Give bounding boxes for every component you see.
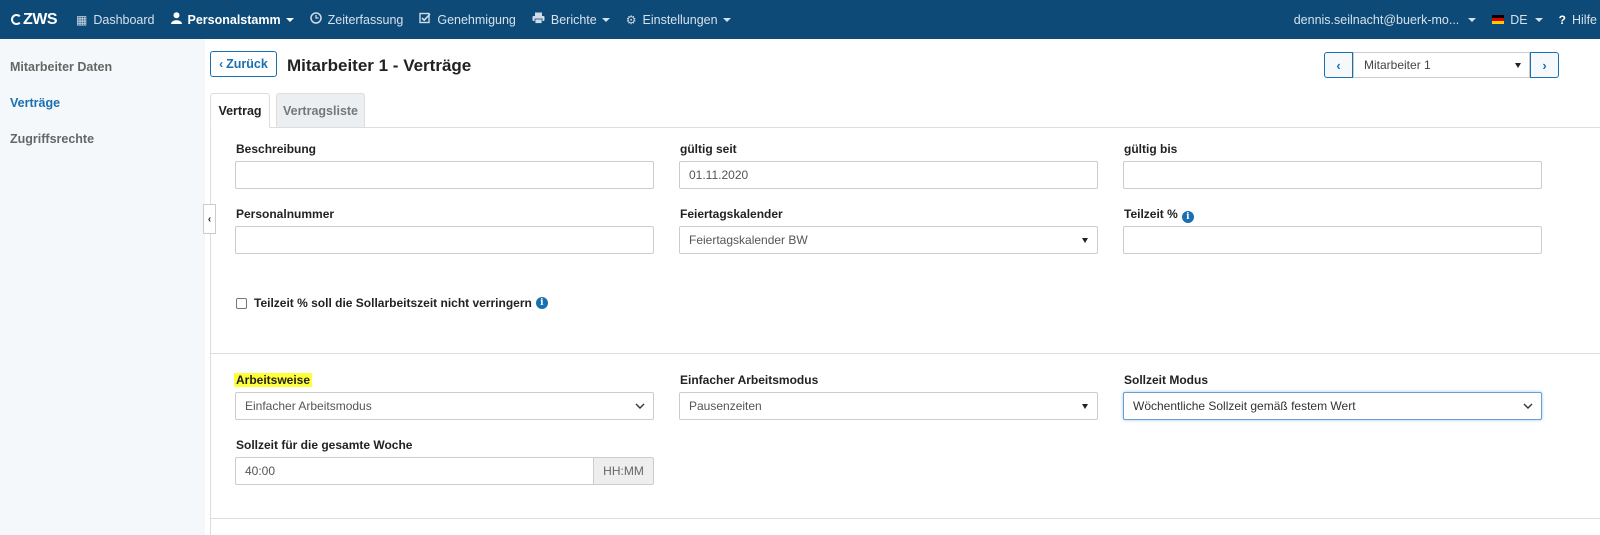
chevron-down-icon: [285, 17, 294, 22]
info-icon[interactable]: i: [1181, 211, 1194, 223]
chevron-left-icon: ‹: [219, 57, 224, 71]
caret-down-icon: [1082, 238, 1088, 243]
personalnummer-input[interactable]: [235, 226, 654, 254]
arbeitsweise-label: Arbeitsweise: [234, 373, 313, 387]
teilzeit-checkbox[interactable]: [236, 297, 247, 309]
sollzeit-modus-label: Sollzeit Modus: [1124, 373, 1208, 387]
arbeitsweise-select[interactable]: Einfacher Arbeitsmodus: [235, 392, 654, 420]
sollzeit-woche-label: Sollzeit für die gesamte Woche: [236, 438, 413, 452]
caret-down-icon: [1515, 63, 1521, 68]
question-icon: ?: [1558, 12, 1566, 27]
info-icon[interactable]: i: [535, 297, 548, 309]
nav-berichte[interactable]: Berichte: [524, 0, 618, 39]
feiertagskalender-select[interactable]: Feiertagskalender BW: [679, 226, 1098, 254]
brand-logo[interactable]: ZWS: [0, 0, 68, 39]
sollzeit-woche-input[interactable]: 40:00: [235, 457, 594, 485]
clock-icon: [309, 12, 322, 27]
previous-employee-button[interactable]: ‹: [1324, 52, 1353, 78]
chevron-down-icon: [635, 398, 647, 414]
nav-zeiterfassung[interactable]: Zeiterfassung: [302, 0, 412, 39]
nav-right-group: dennis.seilnacht@buerk-mo... DE ? Hilfe: [1286, 0, 1600, 39]
gueltig-seit-label: gültig seit: [680, 142, 737, 156]
nav-genehmigung[interactable]: Genehmigung: [411, 0, 524, 39]
page-title: Mitarbeiter 1 - Verträge: [287, 56, 472, 75]
chevron-down-icon: [601, 17, 610, 22]
personalnummer-label: Personalnummer: [236, 207, 335, 221]
arbeitsmodus-select[interactable]: Pausenzeiten: [679, 392, 1098, 420]
chevron-left-icon: ‹: [207, 213, 212, 225]
employee-select[interactable]: Mitarbeiter 1: [1353, 52, 1530, 78]
beschreibung-input[interactable]: [235, 161, 654, 189]
nav-personalstamm[interactable]: Personalstamm: [163, 0, 302, 39]
nav-einstellungen[interactable]: ⚙ Einstellungen: [618, 0, 739, 39]
section-divider: [211, 518, 1600, 519]
sidebar: Mitarbeiter Daten Verträge Zugriffsrecht…: [0, 39, 205, 535]
caret-down-icon: [1082, 404, 1088, 409]
german-flag-icon: [1492, 15, 1505, 24]
logo-ring-icon: [10, 14, 22, 25]
gueltig-seit-input[interactable]: 01.11.2020: [679, 161, 1098, 189]
time-format-addon: HH:MM: [593, 457, 654, 485]
section-divider: [211, 353, 1600, 354]
gueltig-bis-label: gültig bis: [1124, 142, 1178, 156]
teilzeit-checkbox-row: Teilzeit % soll die Sollarbeitszeit nich…: [236, 296, 548, 310]
tab-vertrag[interactable]: Vertrag: [210, 93, 270, 128]
sidebar-collapse-button[interactable]: ‹: [203, 204, 216, 234]
user-icon: [170, 12, 182, 27]
grid-icon: ▦: [76, 12, 88, 27]
chevron-down-icon: [722, 17, 731, 22]
next-employee-button[interactable]: ›: [1530, 52, 1559, 78]
sidebar-item-zugriffsrechte[interactable]: Zugriffsrechte: [10, 132, 94, 146]
help-link[interactable]: ? Hilfe: [1551, 0, 1600, 39]
check-square-icon: [419, 12, 431, 27]
chevron-down-icon: [1468, 17, 1477, 22]
back-button[interactable]: ‹ Zurück: [210, 51, 277, 77]
gueltig-bis-input[interactable]: [1123, 161, 1542, 189]
chevron-down-icon: [1534, 17, 1543, 22]
chevron-left-icon: ‹: [1336, 57, 1341, 73]
language-menu[interactable]: DE: [1484, 0, 1550, 39]
tab-vertragsliste[interactable]: Vertragsliste: [276, 93, 365, 128]
sidebar-item-vertraege[interactable]: Verträge: [10, 96, 60, 110]
nav-dashboard[interactable]: ▦ Dashboard: [68, 0, 163, 39]
chevron-down-icon: [1523, 398, 1535, 414]
print-icon: [532, 12, 545, 27]
feiertagskalender-label: Feiertagskalender: [680, 207, 783, 221]
top-navbar: ZWS ▦ Dashboard Personalstamm Zeiterfass…: [0, 0, 1600, 39]
chevron-right-icon: ›: [1542, 57, 1547, 73]
einfacher-arbeitsmodus-label: Einfacher Arbeitsmodus: [680, 373, 819, 387]
gear-icon: ⚙: [625, 12, 637, 27]
sollzeit-modus-select[interactable]: Wöchentliche Sollzeit gemäß festem Wert: [1123, 392, 1542, 420]
teilzeit-label: Teilzeit % i: [1124, 207, 1194, 223]
user-menu[interactable]: dennis.seilnacht@buerk-mo...: [1286, 0, 1485, 39]
beschreibung-label: Beschreibung: [236, 142, 317, 156]
teilzeit-input[interactable]: [1123, 226, 1542, 254]
sidebar-item-mitarbeiter-daten[interactable]: Mitarbeiter Daten: [10, 60, 112, 74]
